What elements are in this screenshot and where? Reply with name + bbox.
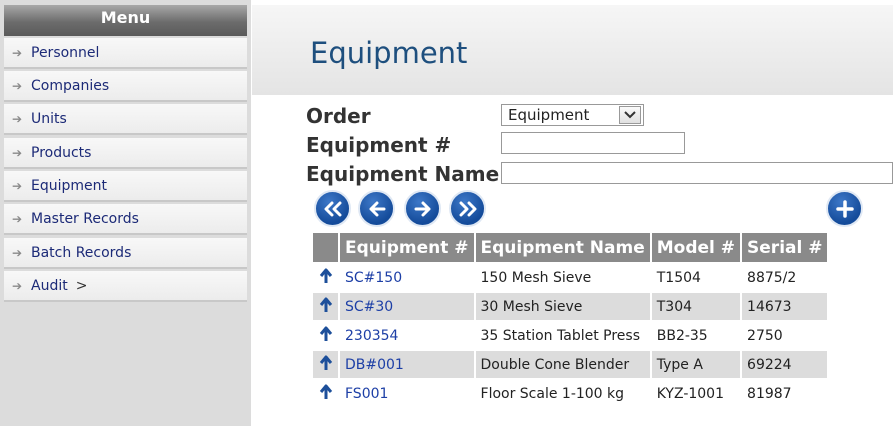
sidebar: Menu ➔ Personnel ➔ Companies ➔ Units ➔ P… xyxy=(0,0,251,426)
equipment-number-label: Equipment # xyxy=(306,133,452,157)
page-title: Equipment xyxy=(310,36,468,70)
sidebar-item-master-records[interactable]: ➔ Master Records xyxy=(4,204,247,235)
arrow-up-icon[interactable] xyxy=(313,322,338,349)
serial-number-cell: 81987 xyxy=(742,380,828,407)
sidebar-item-audit[interactable]: ➔ Audit > xyxy=(4,271,247,302)
previous-page-button[interactable] xyxy=(358,190,395,227)
equipment-table: Equipment # Equipment Name Model # Seria… xyxy=(311,231,829,409)
model-number-cell: KYZ-1001 xyxy=(651,380,741,407)
arrow-up-icon[interactable] xyxy=(313,380,338,407)
arrow-up-icon[interactable] xyxy=(313,264,338,291)
equipment-name-label: Equipment Name xyxy=(306,162,500,186)
model-number-cell: Type A xyxy=(651,351,741,378)
first-page-button[interactable] xyxy=(314,190,351,227)
column-header-equipment-number[interactable]: Equipment # xyxy=(340,233,474,262)
order-label: Order xyxy=(306,104,371,128)
model-number-cell: BB2-35 xyxy=(651,322,741,349)
table-row: SC#150 150 Mesh Sieve T1504 8875/2 xyxy=(313,264,828,291)
sidebar-item-batch-records[interactable]: ➔ Batch Records xyxy=(4,238,247,269)
menu-header: Menu xyxy=(4,5,247,36)
equipment-number-link[interactable]: SC#150 xyxy=(340,264,474,291)
arrow-right-icon: ➔ xyxy=(12,111,23,126)
arrow-right-icon xyxy=(414,201,430,216)
sidebar-item-companies[interactable]: ➔ Companies xyxy=(4,71,247,102)
arrow-right-icon: ➔ xyxy=(12,245,23,260)
order-select[interactable]: Equipment xyxy=(501,104,644,126)
arrow-right-icon: ➔ xyxy=(12,211,23,226)
equipment-number-link[interactable]: 230354 xyxy=(340,322,474,349)
sidebar-item-label: Personnel xyxy=(31,44,100,61)
sidebar-item-label: Master Records xyxy=(31,210,139,227)
sidebar-item-label: Products xyxy=(31,144,92,161)
equipment-name-cell: Floor Scale 1-100 kg xyxy=(475,380,650,407)
serial-number-cell: 8875/2 xyxy=(742,264,828,291)
table-row: DB#001 Double Cone Blender Type A 69224 xyxy=(313,351,828,378)
model-number-cell: T1504 xyxy=(651,264,741,291)
equipment-name-cell: Double Cone Blender xyxy=(475,351,650,378)
arrow-right-icon: ➔ xyxy=(12,45,23,60)
sidebar-item-label: Audit xyxy=(31,277,68,294)
sidebar-item-personnel[interactable]: ➔ Personnel xyxy=(4,38,247,69)
table-header-spacer xyxy=(313,233,338,262)
double-chevron-left-icon xyxy=(324,201,341,216)
arrow-up-icon[interactable] xyxy=(313,293,338,320)
equipment-name-cell: 35 Station Tablet Press xyxy=(475,322,650,349)
serial-number-cell: 2750 xyxy=(742,322,828,349)
table-header-row: Equipment # Equipment Name Model # Seria… xyxy=(313,233,828,262)
equipment-name-input[interactable] xyxy=(501,162,893,184)
sidebar-item-label: Equipment xyxy=(31,177,107,194)
sidebar-item-products[interactable]: ➔ Products xyxy=(4,138,247,169)
equipment-name-cell: 30 Mesh Sieve xyxy=(475,293,650,320)
sidebar-item-equipment[interactable]: ➔ Equipment xyxy=(4,171,247,202)
arrow-up-icon[interactable] xyxy=(313,351,338,378)
column-header-model-number[interactable]: Model # xyxy=(651,233,741,262)
equipment-name-cell: 150 Mesh Sieve xyxy=(475,264,650,291)
arrow-right-icon: ➔ xyxy=(12,145,23,160)
arrow-left-icon xyxy=(369,201,385,216)
order-select-value: Equipment xyxy=(508,106,590,124)
equipment-number-link[interactable]: SC#30 xyxy=(340,293,474,320)
arrow-right-icon: ➔ xyxy=(12,278,23,293)
sidebar-item-label: Batch Records xyxy=(31,244,132,261)
equipment-number-link[interactable]: DB#001 xyxy=(340,351,474,378)
sidebar-item-label: Companies xyxy=(31,77,110,94)
next-page-button[interactable] xyxy=(404,190,441,227)
table-row: FS001 Floor Scale 1-100 kg KYZ-1001 8198… xyxy=(313,380,828,407)
equipment-number-link[interactable]: FS001 xyxy=(340,380,474,407)
equipment-number-input[interactable] xyxy=(501,132,685,154)
submenu-indicator: > xyxy=(75,277,88,294)
sidebar-item-units[interactable]: ➔ Units xyxy=(4,104,247,135)
table-row: SC#30 30 Mesh Sieve T304 14673 xyxy=(313,293,828,320)
sidebar-item-label: Units xyxy=(31,110,67,127)
add-equipment-button[interactable] xyxy=(826,190,863,227)
serial-number-cell: 14673 xyxy=(742,293,828,320)
model-number-cell: T304 xyxy=(651,293,741,320)
last-page-button[interactable] xyxy=(449,190,486,227)
chevron-down-icon[interactable] xyxy=(619,106,641,124)
double-chevron-right-icon xyxy=(459,201,476,216)
table-row: 230354 35 Station Tablet Press BB2-35 27… xyxy=(313,322,828,349)
column-header-equipment-name[interactable]: Equipment Name xyxy=(475,233,650,262)
serial-number-cell: 69224 xyxy=(742,351,828,378)
arrow-right-icon: ➔ xyxy=(12,78,23,93)
arrow-right-icon: ➔ xyxy=(12,178,23,193)
column-header-serial-number[interactable]: Serial # xyxy=(742,233,828,262)
plus-icon xyxy=(835,199,854,218)
